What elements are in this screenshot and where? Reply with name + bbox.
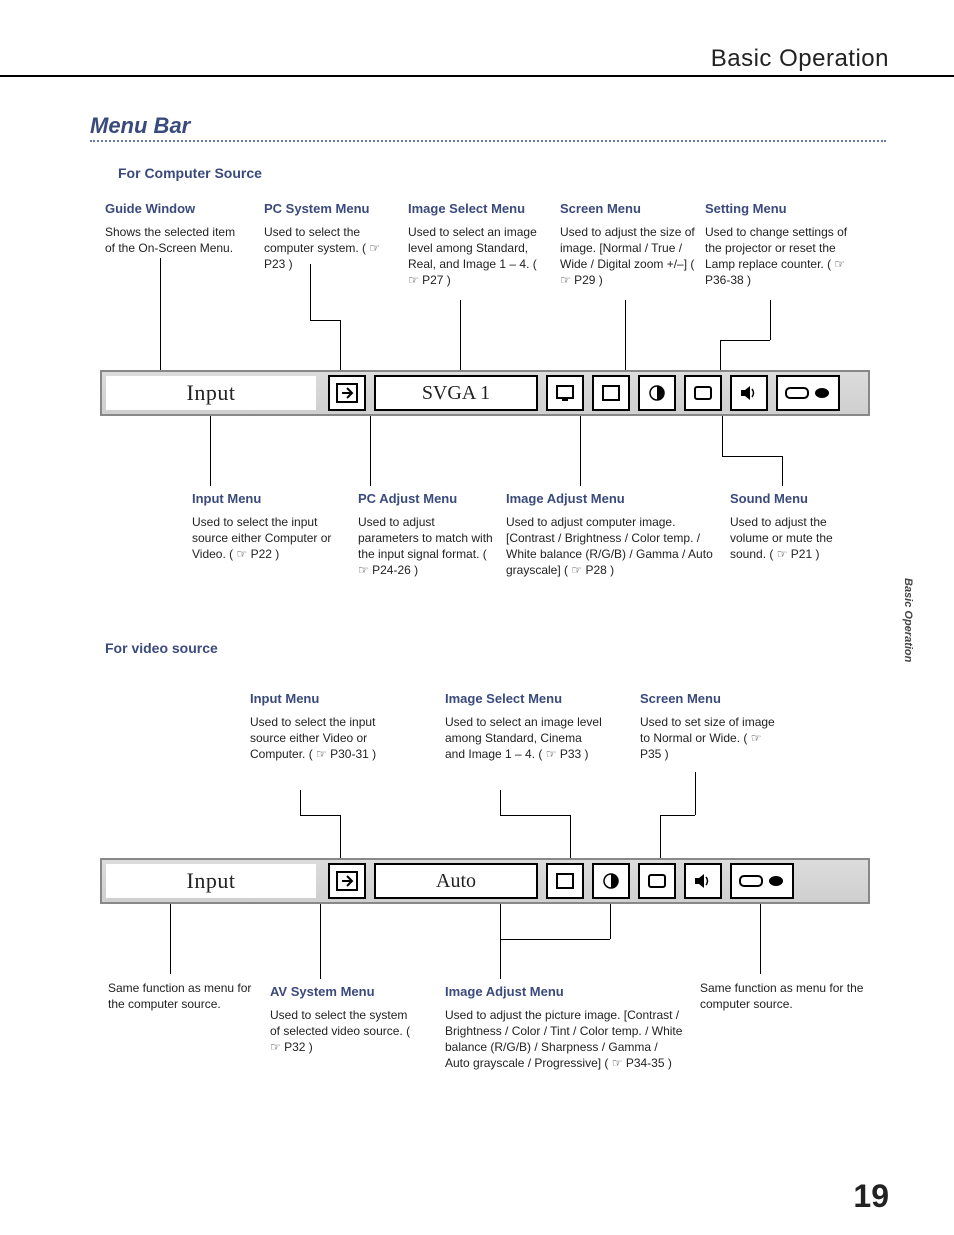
menubar-computer: Input SVGA 1: [100, 370, 870, 416]
callout-v-screen: Screen Menu Used to set size of image to…: [640, 690, 780, 762]
subhead-computer: For Computer Source: [118, 165, 262, 181]
sound-menu-icon: [684, 863, 722, 899]
callout-body: Same function as menu for the computer s…: [700, 980, 870, 1012]
callout-heading: PC System Menu: [264, 200, 394, 218]
callout-heading: Image Select Menu: [445, 690, 605, 708]
image-adjust-icon: [592, 863, 630, 899]
callout-body: Used to change settings of the projector…: [705, 224, 865, 289]
guide-window-box: Input: [106, 376, 316, 410]
setting-menu-icon: [730, 863, 794, 899]
callout-pc-system: PC System Menu Used to select the comput…: [264, 200, 394, 272]
screen-menu-icon: [684, 375, 722, 411]
callout-body: Used to select the system of selected vi…: [270, 1007, 420, 1056]
callout-v-input: Input Menu Used to select the input sour…: [250, 690, 395, 762]
callout-body: Used to select the input source either V…: [250, 714, 395, 763]
sound-menu-icon: [730, 375, 768, 411]
callout-heading: Screen Menu: [560, 200, 700, 218]
callout-guide-window: Guide Window Shows the selected item of …: [105, 200, 245, 256]
callout-body: Used to adjust the volume or mute the so…: [730, 514, 860, 563]
screen-menu-icon: [638, 863, 676, 899]
callout-body: Used to select an image level among Stan…: [445, 714, 605, 763]
setting-menu-icon: [776, 375, 840, 411]
callout-screen: Screen Menu Used to adjust the size of i…: [560, 200, 700, 288]
callout-image-adjust: Image Adjust Menu Used to adjust compute…: [506, 490, 716, 578]
side-tab: Basic Operation: [896, 550, 914, 690]
running-head: Basic Operation: [711, 45, 889, 73]
callout-av-system: AV System Menu Used to select the system…: [270, 983, 420, 1055]
callout-heading: Input Menu: [192, 490, 342, 508]
callout-body: Used to set size of image to Normal or W…: [640, 714, 780, 763]
callout-heading: Screen Menu: [640, 690, 780, 708]
pc-system-box: SVGA 1: [374, 375, 538, 411]
image-select-icon: [546, 863, 584, 899]
callout-sound: Sound Menu Used to adjust the volume or …: [730, 490, 860, 562]
callout-heading: Setting Menu: [705, 200, 865, 218]
callout-heading: PC Adjust Menu: [358, 490, 498, 508]
pc-adjust-icon: [546, 375, 584, 411]
input-menu-icon: [328, 863, 366, 899]
dotted-rule: [90, 140, 886, 142]
callout-v-image-select: Image Select Menu Used to select an imag…: [445, 690, 605, 762]
page-number: 19: [853, 1178, 889, 1215]
callout-body: Used to select the computer system. ( ☞ …: [264, 224, 394, 273]
callout-body: Used to select the input source either C…: [192, 514, 342, 563]
callout-body: Used to adjust the picture image. [Contr…: [445, 1007, 685, 1072]
callout-input-menu: Input Menu Used to select the input sour…: [192, 490, 342, 562]
callout-same-right: Same function as menu for the computer s…: [700, 980, 870, 1012]
callout-body: Used to select an image level among Stan…: [408, 224, 548, 289]
subhead-video: For video source: [105, 640, 218, 656]
section-title: Menu Bar: [90, 113, 190, 139]
callout-heading: Sound Menu: [730, 490, 860, 508]
callout-setting: Setting Menu Used to change settings of …: [705, 200, 865, 288]
callout-body: Same function as menu for the computer s…: [108, 980, 253, 1012]
callout-heading: Image Adjust Menu: [445, 983, 685, 1001]
callout-pc-adjust: PC Adjust Menu Used to adjust parameters…: [358, 490, 498, 578]
guide-window-box: Input: [106, 864, 316, 898]
callout-same-left: Same function as menu for the computer s…: [108, 980, 253, 1012]
callout-body: Used to adjust parameters to match with …: [358, 514, 498, 579]
callout-heading: Guide Window: [105, 200, 245, 218]
av-system-box: Auto: [374, 863, 538, 899]
callout-heading: Image Adjust Menu: [506, 490, 716, 508]
menubar-video: Input Auto: [100, 858, 870, 904]
image-adjust-icon: [638, 375, 676, 411]
callout-body: Used to adjust the size of image. [Norma…: [560, 224, 700, 289]
callout-heading: Input Menu: [250, 690, 395, 708]
image-select-icon: [592, 375, 630, 411]
callout-v-image-adjust: Image Adjust Menu Used to adjust the pic…: [445, 983, 685, 1071]
header-rule: [0, 75, 954, 77]
callout-body: Shows the selected item of the On-Screen…: [105, 224, 245, 256]
callout-heading: AV System Menu: [270, 983, 420, 1001]
callout-heading: Image Select Menu: [408, 200, 548, 218]
input-menu-icon: [328, 375, 366, 411]
callout-image-select: Image Select Menu Used to select an imag…: [408, 200, 548, 288]
callout-body: Used to adjust computer image. [Contrast…: [506, 514, 716, 579]
